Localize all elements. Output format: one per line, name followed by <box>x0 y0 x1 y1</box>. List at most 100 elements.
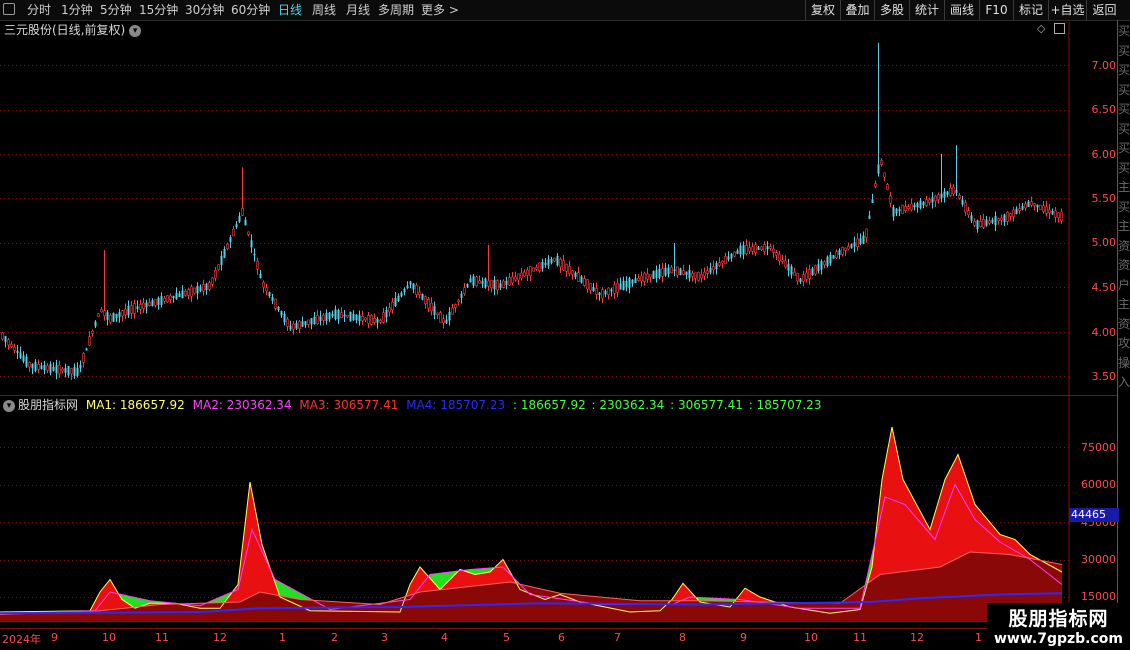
candle-body <box>322 314 325 321</box>
diamond-icon[interactable]: ◇ <box>1037 22 1045 35</box>
candle-body <box>367 315 370 324</box>
window-toggle-icon[interactable] <box>1054 23 1065 34</box>
candle-body <box>799 278 802 283</box>
candle-body <box>853 242 856 247</box>
candle-body <box>1045 206 1048 214</box>
candle-body <box>454 304 457 308</box>
candle-body <box>193 287 196 294</box>
candle-body <box>787 263 790 271</box>
candle-body <box>280 311 283 316</box>
watermark-url: www.7gpzb.com <box>993 631 1123 647</box>
candle-body <box>79 364 82 368</box>
candle-body <box>130 305 133 314</box>
date-label: 9 <box>740 631 747 644</box>
candle-body <box>436 312 439 316</box>
candle-body <box>373 317 376 323</box>
candle-body <box>850 244 853 248</box>
candle-body <box>895 208 898 214</box>
candle-body <box>595 288 598 295</box>
candle-body <box>385 309 388 318</box>
candle-body <box>784 260 787 268</box>
candle-body <box>1012 209 1015 217</box>
candle-body <box>40 365 43 370</box>
candle-body <box>13 346 16 351</box>
candle-body <box>118 312 121 318</box>
candle-body <box>115 313 118 319</box>
candle-body <box>403 289 406 293</box>
candle-body <box>775 252 778 256</box>
candle-body <box>112 312 115 322</box>
indicator-name[interactable]: 股朋指标网 <box>18 398 78 412</box>
candle-body <box>223 249 226 258</box>
date-label: 1 <box>279 631 286 644</box>
candle-body <box>874 183 877 187</box>
candle-body <box>745 245 748 255</box>
candle-body <box>64 367 67 373</box>
date-label: 10 <box>804 631 818 644</box>
candle-body <box>25 356 28 367</box>
indicator-tick: 75000 <box>1081 441 1116 454</box>
chart-canvas[interactable] <box>0 0 1130 650</box>
candle-body <box>28 362 31 368</box>
candle-body <box>913 204 916 208</box>
candle-body <box>682 270 685 275</box>
candle-body <box>325 312 328 321</box>
candle-body <box>208 282 211 290</box>
candle-body <box>733 251 736 257</box>
candle-body <box>337 309 340 320</box>
candle-body <box>883 172 886 178</box>
candle-body <box>571 270 574 275</box>
candle-body <box>976 220 979 230</box>
candle-body <box>727 256 730 260</box>
candle-body <box>829 254 832 264</box>
candle-body <box>625 281 628 288</box>
candle-body <box>277 307 280 310</box>
candle-body <box>328 312 331 320</box>
candle-body <box>517 273 520 281</box>
price-panel-title[interactable]: 三元股份(日线,前复权) ▾ <box>4 21 142 38</box>
candle-body <box>106 312 109 320</box>
chevron-down-icon[interactable]: ▾ <box>3 399 15 412</box>
candle-body <box>925 199 928 206</box>
candle-body <box>355 314 358 321</box>
price-tick: 6.50 <box>1091 103 1117 116</box>
date-label: 12 <box>213 631 227 644</box>
candle-body <box>181 290 184 299</box>
candle-body <box>943 191 946 198</box>
candle-body <box>574 272 577 278</box>
candle-body <box>1051 211 1054 215</box>
candle-body <box>835 251 838 259</box>
chevron-down-icon[interactable]: ▾ <box>129 24 142 37</box>
candle-body <box>235 224 238 228</box>
candle-body <box>559 258 562 268</box>
candle-body <box>928 199 931 203</box>
candle-body <box>100 309 103 313</box>
candle-body <box>520 272 523 279</box>
price-tick: 6.00 <box>1091 148 1117 161</box>
candle-body <box>460 293 463 298</box>
candle-body <box>712 266 715 271</box>
date-label: 10 <box>102 631 116 644</box>
candle-body <box>85 348 88 351</box>
candle-body <box>757 247 760 250</box>
candle-body <box>31 363 34 369</box>
candle-body <box>871 199 874 203</box>
candle-body <box>802 274 805 283</box>
candle-body <box>820 261 823 270</box>
candle-body <box>463 287 466 294</box>
candle-body <box>409 281 412 285</box>
candle-body <box>766 246 769 250</box>
candle-body <box>214 270 217 279</box>
candle-body <box>529 266 532 277</box>
candle-body <box>55 365 58 374</box>
candle-body <box>697 272 700 281</box>
candle-body <box>415 284 418 295</box>
candle-body <box>514 276 517 281</box>
candle-body <box>502 280 505 288</box>
candle-body <box>586 279 589 290</box>
candle-body <box>439 312 442 323</box>
candle-body <box>790 266 793 275</box>
candle-body <box>406 285 409 289</box>
candle-body <box>61 368 64 372</box>
price-tick: 5.00 <box>1091 236 1117 249</box>
